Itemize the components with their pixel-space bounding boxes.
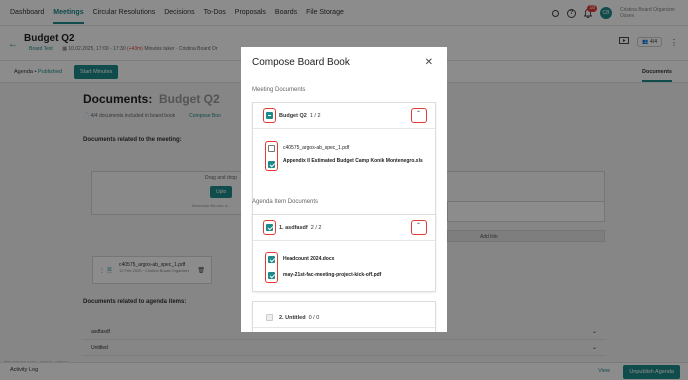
group-header[interactable]: Budget Q2 1 / 2 ⌃	[253, 103, 435, 129]
group-title: 2. Untitled 0 / 0	[279, 315, 320, 321]
dialog-title: Compose Board Book	[252, 57, 350, 68]
group-count: 0 / 0	[308, 315, 320, 321]
group-count: 1 / 2	[309, 113, 321, 119]
agenda-item-group: 1. asdfasdf 2 / 2 ⌃ Headcount 2024.docx m…	[252, 214, 436, 292]
document-label: may-21st-fac-meeting-project-kick-off.pd…	[283, 272, 382, 278]
agenda-documents-label: Agenda Item Documents	[252, 199, 319, 205]
document-checkbox[interactable]	[268, 272, 275, 279]
chevron-up-icon[interactable]: ⌃	[416, 222, 421, 229]
group-title: 1. asdfasdf 2 / 2	[279, 225, 322, 231]
meeting-documents-group: Budget Q2 1 / 2 ⌃ c40575_argos-ab_spec_1.…	[252, 102, 436, 229]
meeting-documents-label: Meeting Documents	[252, 87, 306, 93]
agenda-item-group-untitled: 2. Untitled 0 / 0	[252, 301, 436, 332]
group-checkbox[interactable]	[266, 224, 273, 231]
group-header: 2. Untitled 0 / 0	[253, 302, 435, 328]
group-header[interactable]: 1. asdfasdf 2 / 2 ⌃	[253, 215, 435, 241]
compose-board-book-dialog: Compose Board Book ✕ Meeting Documents B…	[241, 47, 447, 332]
group-checkbox[interactable]	[266, 112, 273, 119]
group-count: 2 / 2	[310, 225, 322, 231]
document-label: Headcount 2024.docx	[283, 256, 335, 262]
document-label: Appendix II Estimated Budget Camp Konik …	[283, 158, 423, 164]
document-checkbox[interactable]	[268, 256, 275, 263]
close-icon[interactable]: ✕	[425, 57, 433, 68]
document-checkbox[interactable]	[268, 145, 275, 152]
document-checkbox[interactable]	[268, 161, 275, 168]
group-checkbox	[266, 314, 273, 321]
document-label: c40575_argos-ab_spec_1.pdf	[283, 145, 350, 151]
chevron-up-icon[interactable]: ⌃	[416, 110, 421, 117]
group-title: Budget Q2 1 / 2	[279, 113, 321, 119]
